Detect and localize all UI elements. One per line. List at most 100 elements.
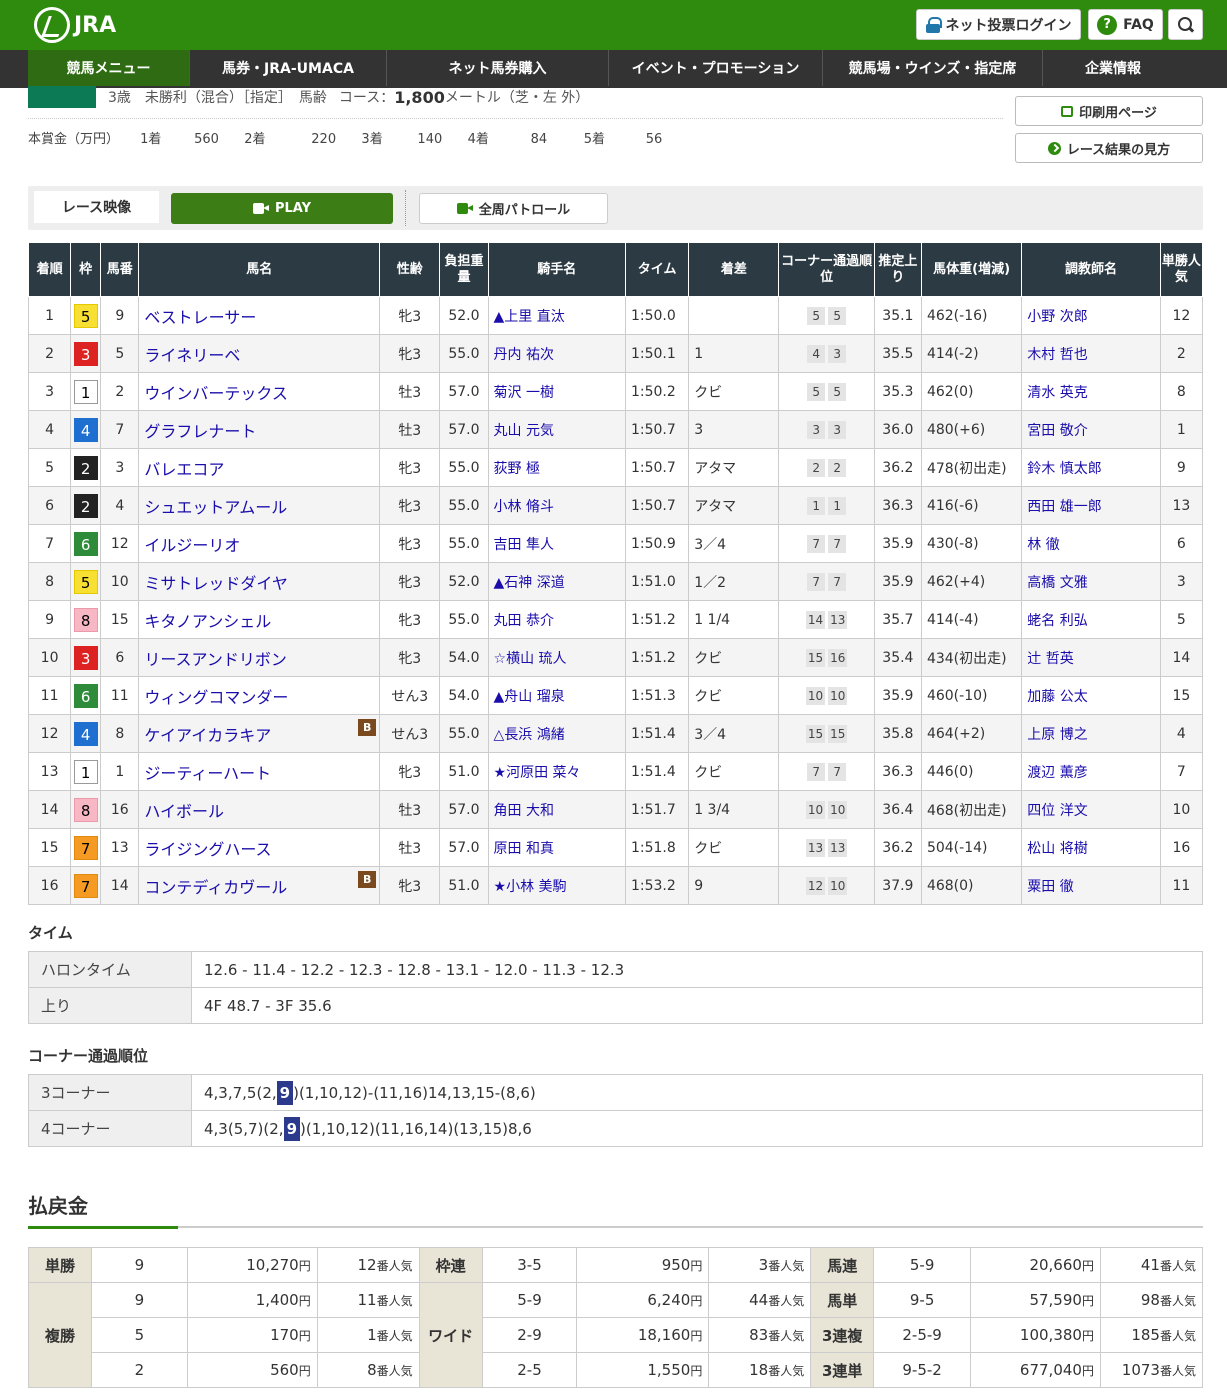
trainer-link[interactable]: 渡辺 薫彦 [1027, 765, 1087, 781]
jockey-link[interactable]: 吉田 隼人 [494, 537, 554, 553]
pay-num: 5 [90, 1317, 188, 1353]
jockey-link[interactable]: 角田 大和 [494, 803, 554, 819]
result-guide-button[interactable]: レース結果の見方 [1015, 133, 1203, 163]
jockey-link[interactable]: 荻野 極 [494, 461, 540, 477]
faq-button[interactable]: ? FAQ [1088, 9, 1163, 40]
waku-cell: 5 [70, 296, 102, 335]
horse-link[interactable]: ライジングハース [144, 840, 271, 859]
print-page-button[interactable]: 印刷用ページ [1015, 96, 1203, 126]
corner-wrap: 10 10 [805, 686, 848, 705]
trainer-link[interactable]: 四位 洋文 [1027, 803, 1087, 819]
table-row: 15 7 13 ライジングハース 牡3 57.0 原田 和真 1:51.8 クビ 13 13 36.2… [27, 828, 1204, 867]
trainer-link[interactable]: 上原 博之 [1027, 727, 1087, 743]
horse-link[interactable]: ウィングコマンダー [144, 688, 288, 707]
trainer-link[interactable]: 加藤 公太 [1027, 689, 1087, 705]
horse-link[interactable]: ハイボール [144, 802, 224, 821]
horse-link[interactable]: イルジーリオ [144, 536, 240, 555]
trainer-link[interactable]: 蛯名 利弘 [1027, 613, 1087, 629]
horse-number: 4 [100, 486, 140, 525]
trainer-link[interactable]: 西田 雄一郎 [1027, 499, 1101, 515]
jockey-cell: 丸田 恭介 [487, 600, 626, 639]
trainer-link[interactable]: 鈴木 慎太郎 [1027, 461, 1101, 477]
horse-link[interactable]: シュエットアムール [144, 498, 287, 517]
trainer-link[interactable]: 粟田 徹 [1027, 879, 1073, 895]
printer-icon [1061, 105, 1074, 117]
trainer-link[interactable]: 高橋 文雅 [1027, 575, 1087, 591]
finish-position: 8 [27, 562, 72, 601]
nav-item-baken[interactable]: 馬券・JRA-UMACA [190, 50, 387, 86]
table-row: 2 3 5 ライネリーベ 牝3 55.0 丹内 祐次 1:50.1 1 4 3 35.5 414(-2)… [27, 334, 1204, 373]
horse-link[interactable]: ライネリーベ [144, 346, 240, 365]
search-button[interactable] [1168, 9, 1203, 40]
jockey-link[interactable]: 丸山 元気 [494, 423, 554, 439]
last-3f: 35.5 [873, 334, 922, 373]
waku-badge: 3 [73, 645, 98, 670]
horse-link[interactable]: リースアンドリボン [144, 650, 287, 669]
jockey-link[interactable]: 菊沢 一樹 [494, 385, 554, 401]
waku-cell: 7 [70, 828, 102, 867]
jockey-link[interactable]: ▲舟山 瑠泉 [494, 689, 565, 705]
corner-3: 1 [807, 496, 826, 515]
jra-logo[interactable]: JRA [34, 7, 116, 43]
jockey-link[interactable]: ☆横山 琉人 [494, 651, 567, 667]
trainer-link[interactable]: 清水 英克 [1027, 385, 1087, 401]
horse-number: 5 [100, 334, 140, 373]
nav-item-net-purchase[interactable]: ネット馬券購入 [387, 50, 609, 86]
patrol-button[interactable]: 全周パトロール [419, 193, 608, 224]
trainer-link[interactable]: 松山 将樹 [1027, 841, 1087, 857]
jockey-link[interactable]: ★河原田 菜々 [494, 765, 581, 781]
last-3f: 35.9 [873, 524, 922, 563]
trainer-link[interactable]: 林 徹 [1027, 537, 1059, 553]
corner-4: 5 [828, 306, 847, 325]
net-login-button[interactable]: ネット投票ログイン [916, 9, 1081, 40]
jockey-link[interactable]: 原田 和真 [494, 841, 554, 857]
horse-link[interactable]: バレエコア [144, 460, 224, 479]
trainer-link[interactable]: 宮田 敬介 [1027, 423, 1087, 439]
trainer-link[interactable]: 辻 哲英 [1027, 651, 1073, 667]
order-text: 4,3,7,5(2, [204, 1083, 277, 1102]
horse-link[interactable]: ケイアイカラキア [144, 726, 271, 745]
patrol-label: 全周パトロール [478, 203, 571, 218]
jockey-link[interactable]: △長浜 鴻緒 [494, 727, 565, 743]
horse-number: 8 [100, 714, 140, 753]
nav-item-keiba-menu[interactable]: 競馬メニュー [28, 50, 190, 86]
last-3f: 36.4 [873, 790, 922, 829]
pay-num: 9 [90, 1247, 188, 1283]
horse-link[interactable]: ジーティーハート [144, 764, 271, 783]
jockey-link[interactable]: 丸田 恭介 [494, 613, 554, 629]
horse-link[interactable]: ウインバーテックス [144, 384, 288, 403]
finish-position: 10 [27, 638, 72, 677]
horse-link[interactable]: コンテディカヴール [144, 878, 287, 897]
corner-3: 7 [807, 572, 826, 591]
race-condition-text: 3歳 未勝利（混合）［指定］ 馬齢 [108, 90, 327, 106]
margin: 9 [688, 866, 780, 905]
pay-pop: 185番人気 [1099, 1317, 1204, 1353]
pop-unit: 番人気 [1159, 1259, 1196, 1273]
horse-name-cell: ケイアイカラキア B [138, 714, 381, 753]
nav-item-corporate[interactable]: 企業情報 [1043, 50, 1183, 86]
jockey-link[interactable]: ▲石神 深道 [494, 575, 565, 591]
jockey-cell: ▲舟山 瑠泉 [487, 676, 626, 715]
corner-3: 15 [805, 724, 826, 743]
video-camera-icon [252, 203, 269, 214]
pay-pop: 1073番人気 [1099, 1352, 1204, 1388]
prize-value: 84 [530, 132, 548, 147]
play-button[interactable]: PLAY [171, 193, 393, 224]
horse-link[interactable]: ミサトレッドダイヤ [144, 574, 288, 593]
jockey-link[interactable]: 小林 脩斗 [494, 499, 554, 515]
trainer-link[interactable]: 木村 哲也 [1027, 347, 1087, 363]
jockey-link[interactable]: 丹内 祐次 [494, 347, 554, 363]
pay-amount: 57,590円 [970, 1282, 1101, 1318]
col-header: 着順 [27, 242, 72, 297]
nav-item-events[interactable]: イベント・プロモーション [609, 50, 823, 86]
nav-item-racecourse[interactable]: 競馬場・ウインズ・指定席 [823, 50, 1043, 86]
table-row: 1 5 9 ベストレーサー 牝3 52.0 ▲上里 直汰 1:50.0 5 5 35.1 462(-1… [27, 296, 1204, 335]
jockey-link[interactable]: ▲上里 直汰 [494, 309, 565, 325]
horse-link[interactable]: ベストレーサー [144, 308, 256, 327]
horse-number: 10 [100, 562, 140, 601]
win-popularity: 9 [1159, 448, 1204, 487]
horse-link[interactable]: グラフレナート [144, 422, 256, 441]
trainer-link[interactable]: 小野 次郎 [1027, 309, 1087, 325]
jockey-link[interactable]: ★小林 美駒 [494, 879, 567, 895]
horse-link[interactable]: キタノアンシェル [144, 612, 271, 631]
